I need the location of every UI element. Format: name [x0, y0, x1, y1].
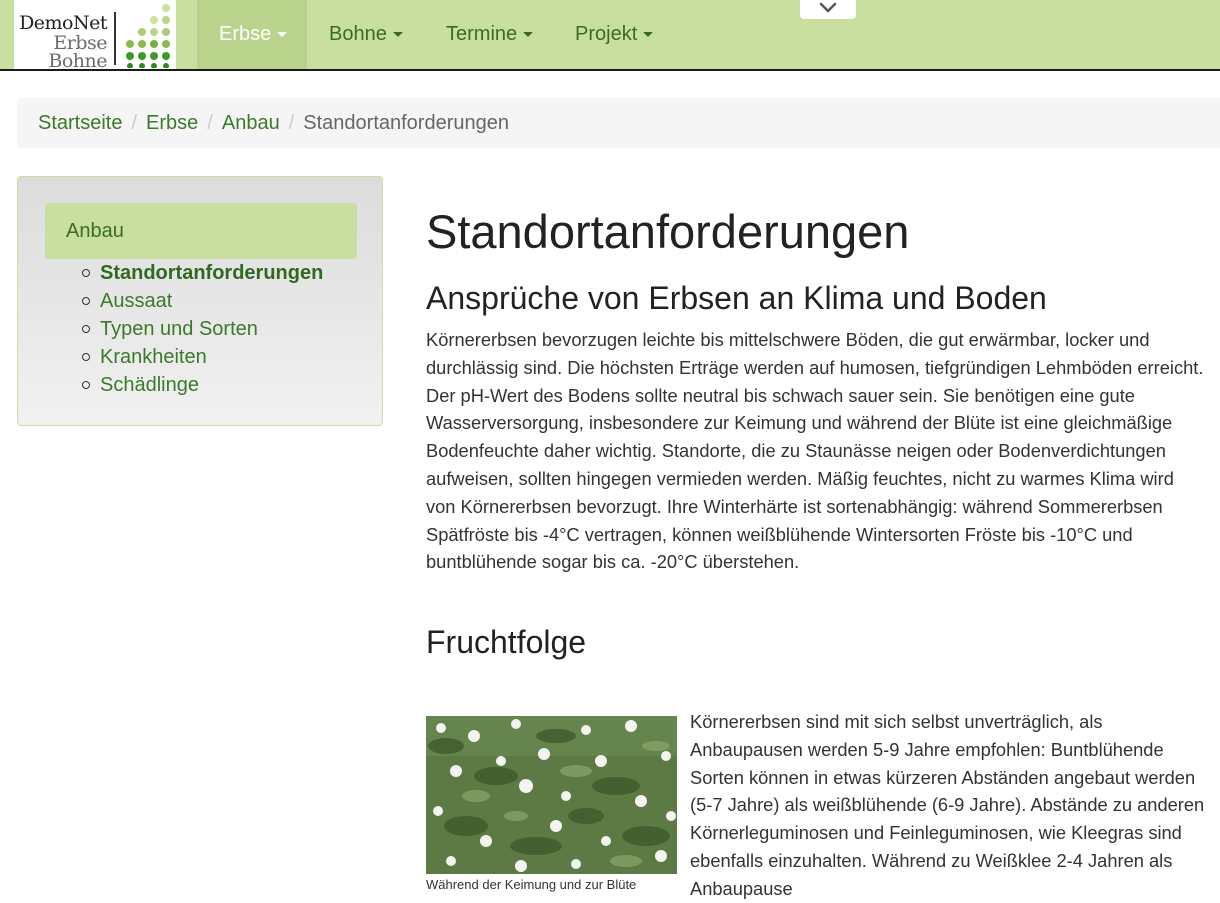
sidebar-list: Standortanforderungen Aussaat Typen und … [82, 259, 323, 399]
circle-bullet-icon [82, 268, 90, 277]
sidebar-item-schaedlinge[interactable]: Schädlinge [82, 371, 323, 399]
chevron-down-icon [819, 2, 837, 13]
sidebar-heading-anbau[interactable]: Anbau [45, 203, 357, 259]
pea-flowers-figure: Während der Keimung und zur Blüte [426, 716, 677, 893]
nav-label-termine: Termine [446, 23, 518, 45]
caret-down-icon [392, 32, 403, 38]
nav-item-erbse[interactable]: Erbse [197, 0, 307, 69]
section-heading-klima-boden: Ansprüche von Erbsen an Klima und Boden [426, 280, 1047, 316]
section-text-fruchtfolge: Körnererbsen sind mit sich selbst unvert… [690, 711, 1205, 899]
breadcrumb-item-erbse[interactable]: Erbse [146, 112, 198, 134]
sidebar-item-standortanforderungen[interactable]: Standortanforderungen [82, 259, 323, 287]
circle-bullet-icon [82, 352, 90, 361]
breadcrumb-separator: / [207, 112, 213, 134]
sidebar-item-krankheiten[interactable]: Krankheiten [82, 343, 323, 371]
top-navbar: DemoNet Erbse Bohne Erbse Bohne Termine … [0, 0, 1220, 72]
figure-caption: Während der Keimung und zur Blüte [426, 877, 637, 892]
pea-flowers-photo[interactable] [426, 716, 677, 874]
collapse-toggle-button[interactable] [800, 0, 856, 19]
sidebar-item-label: Typen und Sorten [100, 318, 258, 340]
logo-divider [114, 12, 116, 65]
caret-down-icon [277, 32, 288, 38]
sidebar-item-label: Standortanforderungen [100, 262, 324, 284]
sidebar-item-aussaat[interactable]: Aussaat [82, 287, 323, 315]
sidebar-item-typen-und-sorten[interactable]: Typen und Sorten [82, 315, 323, 343]
breadcrumb-item-current: Standortanforderungen [303, 112, 509, 134]
circle-bullet-icon [82, 296, 90, 305]
caret-down-icon [643, 32, 654, 38]
sidebar-item-label: Aussaat [100, 290, 173, 312]
breadcrumb-item-anbau[interactable]: Anbau [222, 112, 280, 134]
page-title: Standortanforderungen [426, 205, 910, 258]
section-heading-fruchtfolge: Fruchtfolge [426, 624, 587, 661]
nav-item-termine[interactable]: Termine [424, 0, 555, 69]
main-content: Standortanforderungen Ansprüche von Erbs… [426, 196, 1206, 899]
nav-item-projekt[interactable]: Projekt [553, 0, 675, 69]
logo-line-bohne: Bohne [48, 50, 107, 72]
breadcrumb: Startseite / Erbse / Anbau / Standortanforderu… [17, 98, 1220, 148]
logo-dots-icon [126, 4, 170, 68]
sidebar-item-label: Krankheiten [100, 346, 207, 368]
demonet-logo[interactable]: DemoNet Erbse Bohne [14, 0, 176, 72]
logo-text: DemoNet Erbse Bohne [17, 12, 107, 72]
nav-label-erbse: Erbse [219, 23, 272, 45]
breadcrumb-separator: / [288, 112, 295, 134]
caret-down-icon [523, 32, 534, 38]
breadcrumb-item-startseite[interactable]: Startseite [38, 112, 122, 134]
breadcrumb-separator: / [131, 112, 138, 134]
sidebar-item-label: Schädlinge [100, 374, 199, 396]
circle-bullet-icon [82, 324, 90, 333]
nav-label-projekt: Projekt [575, 23, 638, 45]
nav-item-bohne[interactable]: Bohne [307, 0, 425, 69]
nav-label-bohne: Bohne [329, 23, 387, 45]
circle-bullet-icon [82, 380, 90, 389]
logo-line-demonet: DemoNet [19, 12, 107, 34]
section-text-klima-boden: Körnererbsen bevorzugen leichte bis mitt… [426, 329, 1204, 573]
sidebar: Anbau Standortanforderungen Aussaat Type… [17, 176, 383, 426]
